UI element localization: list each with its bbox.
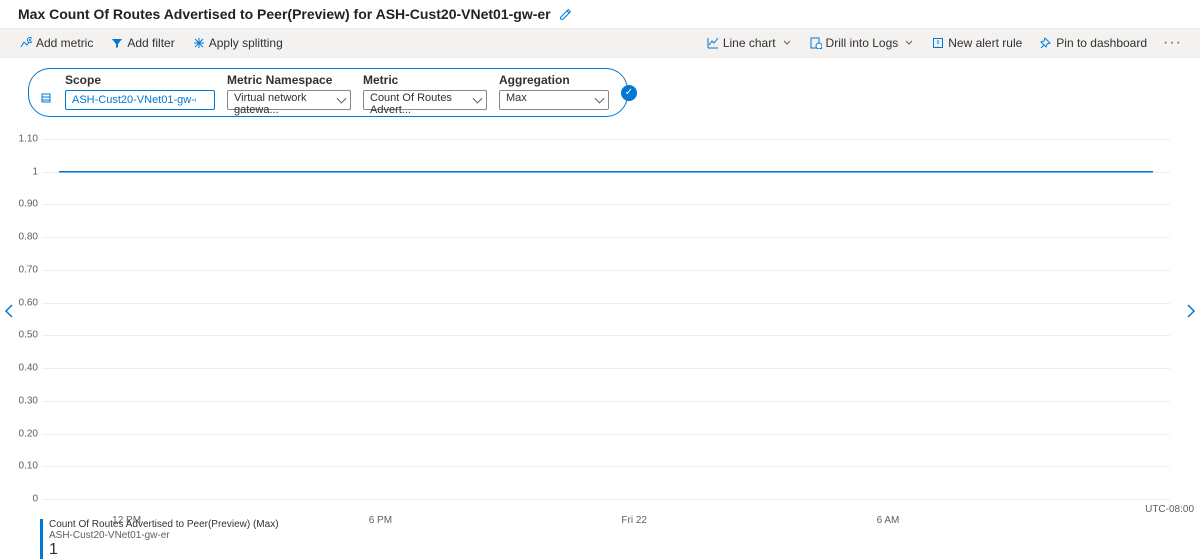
line-chart-icon (707, 37, 719, 49)
drill-logs-button[interactable]: Drill into Logs (804, 33, 921, 53)
add-metric-icon (20, 37, 32, 49)
y-axis-tick: 1 (8, 166, 38, 177)
scope-input[interactable] (65, 90, 215, 110)
legend-resource-name: ASH-Cust20-VNet01-gw-er (49, 530, 279, 541)
y-axis-tick: 0.70 (8, 264, 38, 275)
scope-label: Scope (65, 73, 215, 87)
more-actions-button[interactable]: ··· (1159, 34, 1186, 52)
add-filter-button[interactable]: Add filter (105, 33, 180, 53)
add-filter-label: Add filter (127, 36, 174, 50)
timezone-label: UTC-08:00 (1145, 504, 1194, 515)
namespace-select[interactable]: Virtual network gatewa... (227, 90, 351, 110)
drill-logs-label: Drill into Logs (826, 36, 899, 50)
legend-value: 1 (49, 541, 279, 559)
add-metric-button[interactable]: Add metric (14, 33, 99, 53)
new-alert-label: New alert rule (948, 36, 1022, 50)
y-axis-tick: 0.20 (8, 428, 38, 439)
x-axis-tick: 6 PM (369, 515, 392, 526)
metrics-toolbar: Add metric Add filter Apply splitting Li… (0, 28, 1200, 58)
split-icon (193, 37, 205, 49)
confirm-check-icon[interactable]: ✓ (621, 85, 637, 101)
y-axis-tick: 0.80 (8, 232, 38, 243)
y-axis-tick: 0.60 (8, 297, 38, 308)
metric-label: Metric (363, 73, 487, 87)
aggregation-select[interactable]: Max (499, 90, 609, 110)
legend-color-swatch (40, 519, 43, 559)
y-axis-tick: 0 (8, 494, 38, 505)
filter-icon (111, 37, 123, 49)
namespace-label: Metric Namespace (227, 73, 351, 87)
new-alert-button[interactable]: New alert rule (926, 33, 1028, 53)
alert-icon (932, 37, 944, 49)
y-axis-tick: 0.50 (8, 330, 38, 341)
edit-title-icon[interactable] (559, 7, 573, 21)
y-axis-tick: 0.40 (8, 363, 38, 374)
scope-icon (39, 91, 53, 108)
y-axis-tick: 0.90 (8, 199, 38, 210)
chart-type-button[interactable]: Line chart (701, 33, 798, 53)
metric-select[interactable]: Count Of Routes Advert... (363, 90, 487, 110)
x-axis-tick: 6 AM (877, 515, 900, 526)
legend-series-name: Count Of Routes Advertised to Peer(Previ… (49, 519, 279, 530)
drill-logs-icon (810, 37, 822, 49)
apply-splitting-button[interactable]: Apply splitting (187, 33, 289, 53)
pin-dashboard-label: Pin to dashboard (1056, 36, 1147, 50)
next-chart-button[interactable] (1182, 300, 1200, 325)
x-axis-tick: 12 PM (112, 515, 141, 526)
y-axis-tick: 0.10 (8, 461, 38, 472)
apply-splitting-label: Apply splitting (209, 36, 283, 50)
chevron-down-icon (782, 38, 792, 48)
pin-dashboard-button[interactable]: Pin to dashboard (1034, 33, 1153, 53)
metric-selector-pill: Scope Metric Namespace Virtual network g… (28, 68, 628, 117)
pin-icon (1040, 37, 1052, 49)
x-axis-tick: Fri 22 (621, 515, 647, 526)
metrics-chart: 00.100.200.300.400.500.600.700.800.9011.… (42, 139, 1170, 499)
page-title: Max Count Of Routes Advertised to Peer(P… (18, 6, 551, 22)
aggregation-label: Aggregation (499, 73, 609, 87)
y-axis-tick: 1.10 (8, 134, 38, 145)
y-axis-tick: 0.30 (8, 395, 38, 406)
add-metric-label: Add metric (36, 36, 93, 50)
chart-type-label: Line chart (723, 36, 776, 50)
chevron-down-icon (904, 38, 914, 48)
